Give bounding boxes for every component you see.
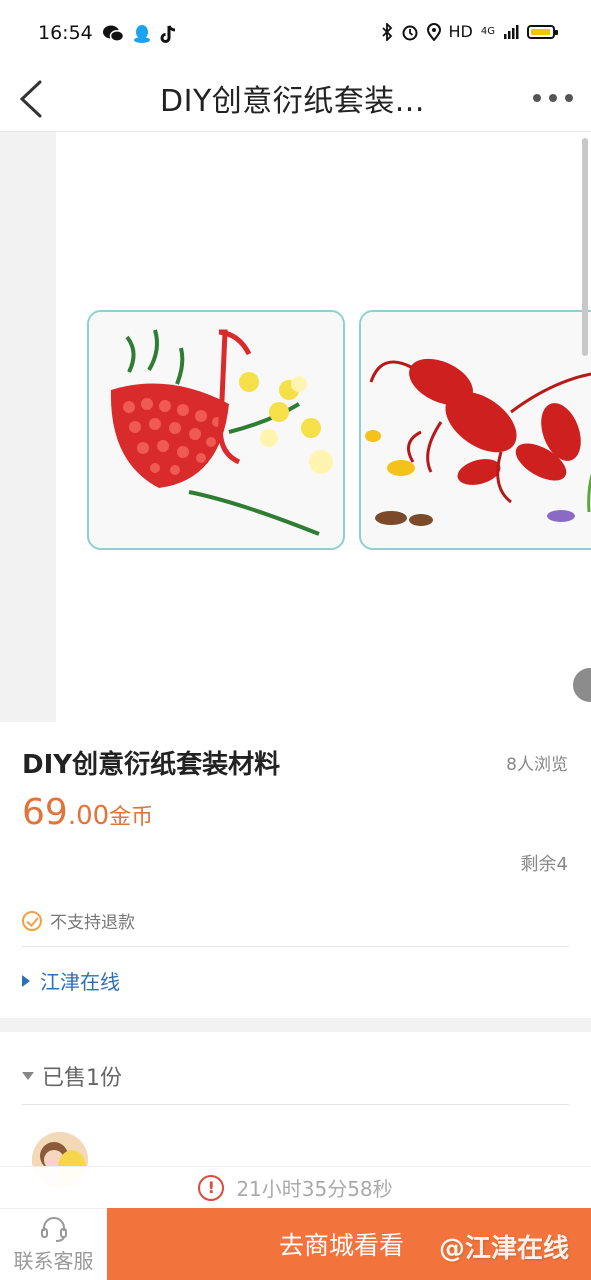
product-gallery[interactable]	[0, 132, 591, 722]
headset-icon	[40, 1217, 67, 1242]
status-right-icons: HD 4G	[381, 22, 558, 41]
section-divider	[0, 1018, 591, 1032]
watermelon-quilling-image	[89, 312, 343, 548]
qq-icon	[134, 25, 150, 43]
gallery-scrollbar[interactable]	[582, 138, 588, 356]
triangle-right-icon	[22, 974, 30, 987]
sold-label: 已售1份	[42, 1066, 122, 1091]
status-app-icons	[102, 24, 178, 44]
nav-bar: DIY创意衍纸套装...	[0, 66, 591, 132]
countdown-banner: ! 21小时35分58秒	[0, 1166, 591, 1208]
tiktok-icon	[160, 25, 176, 43]
product-price: 69.00金币	[22, 792, 153, 833]
page-title: DIY创意衍纸套装...	[160, 84, 425, 119]
more-dot-icon	[533, 94, 541, 102]
scroll-top-button[interactable]	[571, 666, 591, 704]
triangle-down-icon	[22, 1072, 34, 1080]
shop-name: 江津在线	[40, 970, 120, 994]
customer-service-button[interactable]: 联系客服	[0, 1208, 107, 1280]
gallery-previous-edge	[0, 132, 56, 722]
remaining-stock: 剩余4	[520, 854, 568, 875]
more-dot-icon	[549, 94, 557, 102]
back-arrow-icon	[19, 80, 42, 118]
refund-label: 不支持退款	[50, 913, 135, 933]
go-to-mall-button[interactable]: 去商城看看 @江津在线	[107, 1208, 591, 1280]
product-info: DIY创意衍纸套装材料 8人浏览 69.00金币 剩余4 不支持退款 江津在线	[0, 722, 591, 1018]
go-to-mall-label: 去商城看看	[279, 1231, 405, 1260]
hd-label: HD	[448, 22, 473, 41]
watermark: @江津在线	[438, 1234, 569, 1264]
bluetooth-icon	[381, 22, 392, 41]
price-unit: 金币	[109, 805, 154, 830]
gallery-image-lobster[interactable]	[359, 310, 591, 550]
back-button[interactable]	[14, 74, 54, 124]
wechat-icon	[103, 25, 124, 42]
alarm-icon	[402, 25, 418, 40]
status-time: 16:54	[38, 22, 93, 44]
countdown-text: 21小时35分58秒	[236, 1177, 393, 1201]
lobster-quilling-image	[361, 312, 591, 548]
signal-icon	[504, 24, 519, 39]
gallery-image-watermelon[interactable]	[87, 310, 345, 550]
price-integer: 69	[22, 792, 68, 833]
shop-link[interactable]: 江津在线	[22, 966, 120, 995]
battery-icon	[527, 24, 558, 39]
bottom-action-bar: 联系客服 去商城看看 @江津在线	[0, 1208, 591, 1280]
price-decimal: .00	[67, 801, 110, 831]
sold-section: 已售1份	[0, 1032, 591, 1188]
sold-toggle[interactable]: 已售1份	[22, 1060, 122, 1092]
refund-policy: 不支持退款	[22, 908, 135, 933]
location-icon	[426, 22, 441, 41]
more-dot-icon	[565, 94, 573, 102]
view-count: 8人浏览	[506, 755, 568, 775]
divider	[22, 1104, 569, 1105]
divider	[22, 946, 569, 947]
more-options-button[interactable]	[533, 86, 573, 110]
customer-service-label: 联系客服	[13, 1249, 94, 1273]
warning-icon: !	[198, 1174, 225, 1201]
status-bar: 16:54 HD 4G	[0, 0, 591, 66]
check-circle-icon	[22, 910, 42, 931]
signal-label: 4G	[480, 26, 495, 37]
product-title: DIY创意衍纸套装材料	[22, 750, 281, 780]
